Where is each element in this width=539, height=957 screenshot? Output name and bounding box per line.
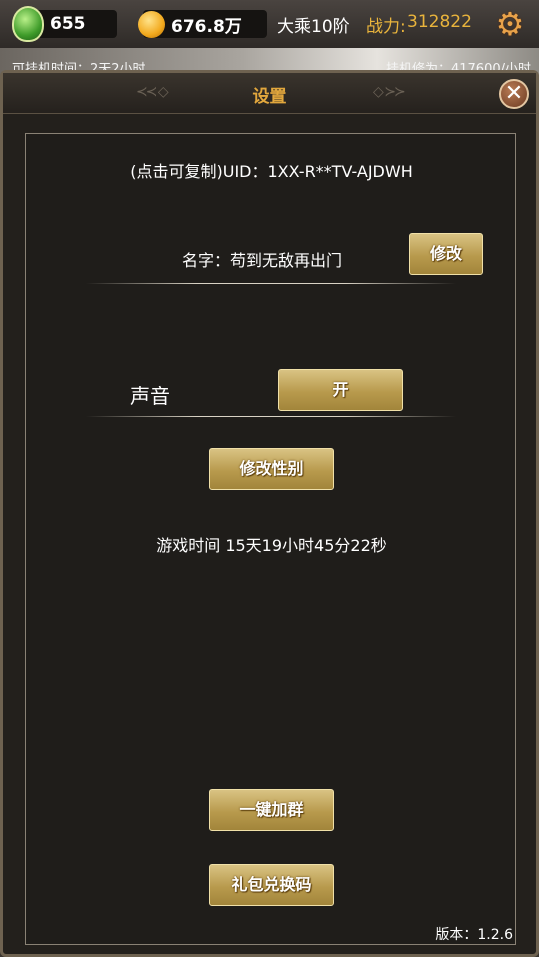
rename-button[interactable]: 修改 — [409, 233, 483, 275]
player-name: 名字：苟到无敌再出门 — [182, 251, 343, 270]
close-icon[interactable]: ✕ — [499, 79, 529, 109]
jade-amount: 655 — [50, 14, 86, 34]
join-group-button[interactable]: 一键加群 — [209, 789, 334, 831]
change-gender-button[interactable]: 修改性别 — [209, 448, 334, 490]
settings-panel: ≺≺ ◇ 设置 ◇ ≻≻ ✕ (点击可复制)UID：1XX-R**TV-AJDW… — [0, 70, 539, 957]
gear-icon[interactable]: ⚙ — [493, 7, 527, 41]
top-status-bar: 655 676.8万 大乘10阶 战力: 312822 ⚙ — [0, 0, 539, 48]
divider — [86, 283, 456, 284]
power-value: 312822 — [407, 12, 472, 32]
right-ornament-icon: ◇ ≻≻ — [373, 84, 406, 100]
sound-label: 声音 — [130, 384, 170, 408]
uid-copy-text[interactable]: (点击可复制)UID：1XX-R**TV-AJDWH — [26, 158, 517, 182]
gold-coin-icon — [138, 11, 165, 38]
sound-toggle-button[interactable]: 开 — [278, 369, 403, 411]
version-text: 版本：1.2.6 — [435, 927, 513, 943]
panel-title: 设置 — [252, 87, 287, 107]
realm-level: 大乘10阶 — [277, 17, 350, 37]
settings-content: (点击可复制)UID：1XX-R**TV-AJDWH 名字：苟到无敌再出门 修改… — [25, 133, 516, 945]
gift-code-button[interactable]: 礼包兑换码 — [209, 864, 334, 906]
panel-header: ≺≺ ◇ 设置 ◇ ≻≻ ✕ — [3, 73, 536, 114]
power-label: 战力: — [366, 17, 406, 37]
playtime-text: 游戏时间 15天19小时45分22秒 — [156, 536, 387, 555]
divider — [86, 416, 456, 417]
coin-amount: 676.8万 — [171, 16, 242, 37]
jade-currency-icon — [12, 6, 44, 42]
